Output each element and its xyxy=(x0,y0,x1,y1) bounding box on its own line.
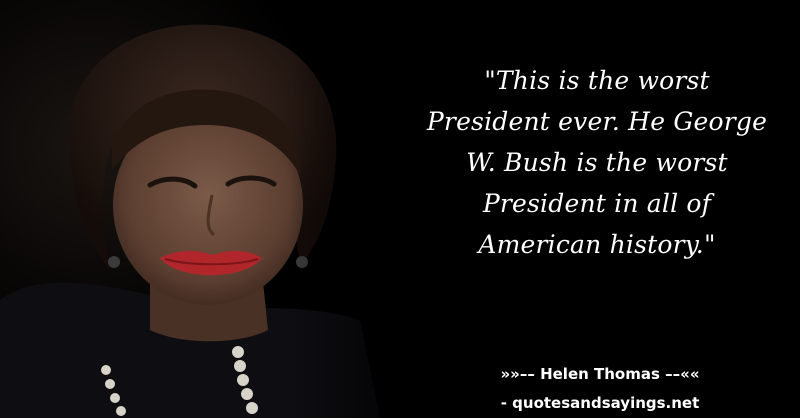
quote-line: "This is the worst xyxy=(484,66,710,95)
source-website: - quotesandsayings.net xyxy=(500,394,700,412)
quote-line: American history." xyxy=(478,230,716,259)
quote-author: »»–– Helen Thomas ––«« xyxy=(500,365,700,383)
left-earring xyxy=(108,256,120,268)
quote-line: President ever. He George xyxy=(426,107,768,136)
quote-card: "This is the worst President ever. He Ge… xyxy=(0,0,800,418)
quote-line: W. Bush is the worst xyxy=(466,148,728,177)
quote-line: President in all of xyxy=(482,189,712,218)
quote-text: "This is the worst President ever. He Ge… xyxy=(412,60,782,265)
photo-fade xyxy=(290,0,430,418)
